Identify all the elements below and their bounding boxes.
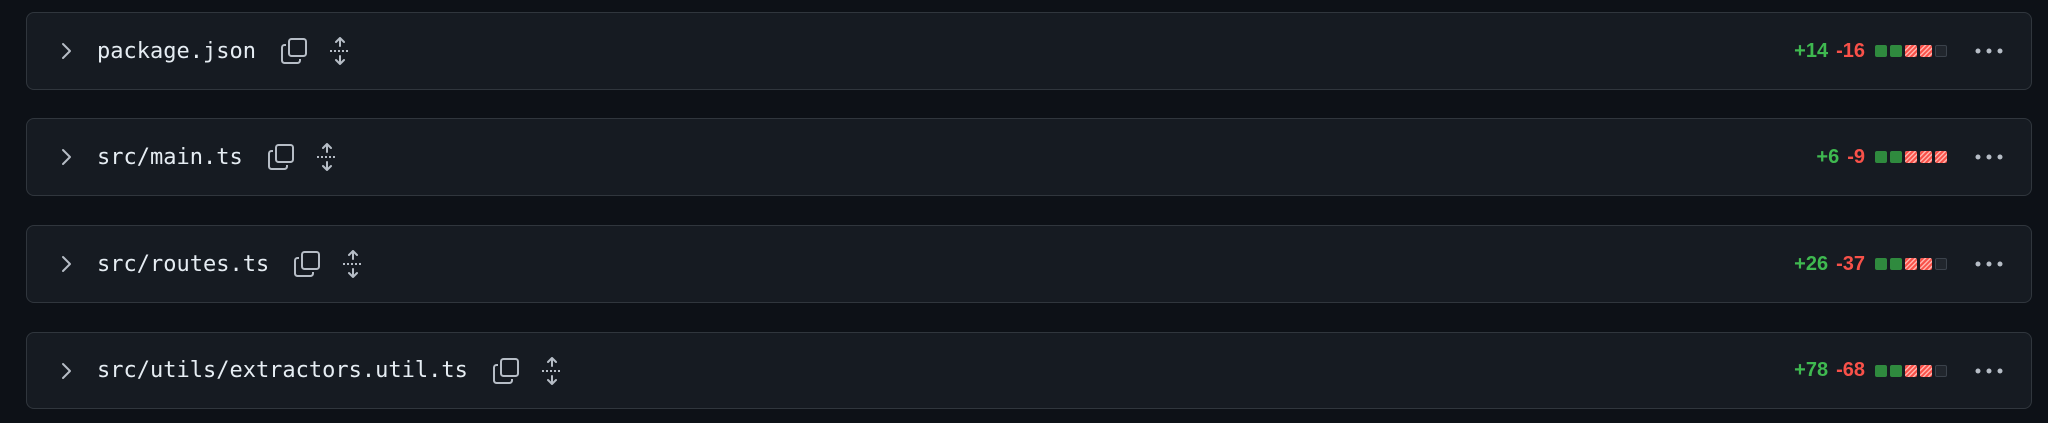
file-path[interactable]: src/utils/extractors.util.ts [97, 358, 468, 383]
file-header: src/main.ts +6 -9 [26, 118, 2032, 196]
unfold-icon[interactable] [326, 35, 354, 67]
deletions-count: -68 [1836, 359, 1865, 381]
diffstat-blocks [1875, 364, 1947, 377]
kebab-horizontal-icon[interactable] [1971, 142, 2007, 172]
diffstat-block-deletion [1920, 364, 1932, 377]
diffstat-blocks [1875, 151, 1947, 163]
file-header: package.json +14 -16 [26, 12, 2032, 90]
diffstat-block-addition [1875, 364, 1887, 377]
kebab-horizontal-icon[interactable] [1971, 356, 2007, 386]
chevron-right-icon[interactable] [57, 147, 77, 167]
diffstat-block-deletion [1905, 258, 1917, 270]
file-header: src/routes.ts +26 -37 [26, 225, 2032, 303]
diff-file-list: package.json +14 -16 src/main.ts +6 -9 s… [0, 0, 2048, 423]
diffstat-block-deletion [1935, 151, 1947, 163]
diffstat-block-deletion [1905, 45, 1917, 57]
diffstat-block-neutral [1935, 45, 1947, 57]
file-header: src/utils/extractors.util.ts +78 -68 [26, 332, 2032, 409]
diffstat-block-addition [1875, 151, 1887, 163]
diffstat-block-addition [1890, 45, 1902, 57]
copy-icon[interactable] [291, 248, 323, 280]
diffstat-block-deletion [1905, 364, 1917, 377]
diffstat-block-deletion [1905, 151, 1917, 163]
additions-count: +6 [1816, 145, 1840, 168]
unfold-icon[interactable] [339, 248, 367, 280]
deletions-count: -37 [1836, 252, 1865, 275]
unfold-icon[interactable] [313, 141, 341, 173]
kebab-horizontal-icon[interactable] [1971, 36, 2007, 66]
additions-count: +26 [1794, 252, 1829, 275]
diffstat-block-deletion [1920, 151, 1932, 163]
additions-count: +78 [1794, 359, 1829, 381]
copy-icon[interactable] [265, 141, 297, 173]
chevron-right-icon[interactable] [57, 41, 77, 61]
diffstat-block-addition [1890, 364, 1902, 377]
unfold-icon[interactable] [538, 355, 566, 387]
diffstat-block-addition [1875, 45, 1887, 57]
additions-count: +14 [1794, 39, 1829, 62]
diffstat-block-addition [1890, 258, 1902, 270]
copy-icon[interactable] [278, 35, 310, 67]
chevron-right-icon[interactable] [57, 254, 77, 274]
chevron-right-icon[interactable] [57, 361, 77, 381]
diffstat-block-addition [1890, 151, 1902, 163]
diffstat-block-deletion [1920, 45, 1932, 57]
diffstat-block-neutral [1935, 258, 1947, 270]
diffstat-block-addition [1875, 258, 1887, 270]
diffstat-block-deletion [1920, 258, 1932, 270]
copy-icon[interactable] [490, 355, 522, 387]
kebab-horizontal-icon[interactable] [1971, 249, 2007, 279]
file-path[interactable]: src/routes.ts [97, 252, 269, 277]
deletions-count: -9 [1847, 145, 1865, 168]
file-path[interactable]: src/main.ts [97, 145, 243, 170]
deletions-count: -16 [1836, 39, 1865, 62]
diffstat-blocks [1875, 45, 1947, 57]
diffstat-block-neutral [1935, 364, 1947, 377]
diffstat-blocks [1875, 258, 1947, 270]
file-path[interactable]: package.json [97, 39, 256, 64]
